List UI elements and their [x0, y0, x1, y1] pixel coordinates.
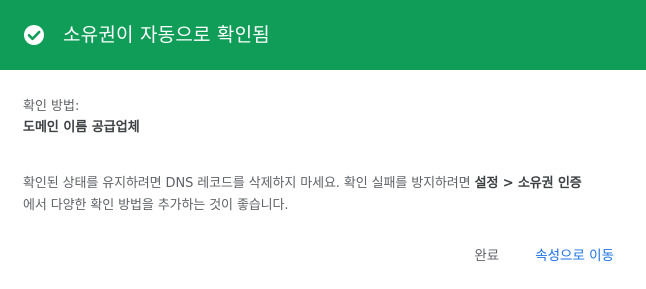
verification-method-label: 확인 방법:	[23, 99, 80, 114]
dns-record-note: 확인된 상태를 유지하려면 DNS 레코드를 삭제하지 마세요. 확인 실패를 …	[23, 173, 626, 217]
ownership-verified-dialog: 소유권이 자동으로 확인됨 확인 방법: 도메인 이름 공급업체 확인된 상태를…	[0, 0, 646, 289]
note-text-after: 에서 다양한 확인 방법을 추가하는 것이 좋습니다.	[23, 198, 289, 213]
settings-ownership-path: 설정 > 소유권 인증	[474, 176, 582, 191]
verification-method-value: 도메인 이름 공급업체	[23, 120, 140, 135]
go-to-property-button[interactable]: 속성으로 이동	[523, 238, 626, 274]
dialog-title: 소유권이 자동으로 확인됨	[63, 24, 270, 46]
dialog-header: 소유권이 자동으로 확인됨	[0, 0, 646, 70]
dialog-actions: 완료 속성으로 이동	[462, 238, 626, 274]
done-button[interactable]: 완료	[462, 238, 511, 274]
verification-info: 확인 방법: 도메인 이름 공급업체	[23, 98, 623, 137]
note-text-before: 확인된 상태를 유지하려면 DNS 레코드를 삭제하지 마세요. 확인 실패를 …	[23, 176, 475, 191]
check-circle-icon	[22, 23, 46, 47]
